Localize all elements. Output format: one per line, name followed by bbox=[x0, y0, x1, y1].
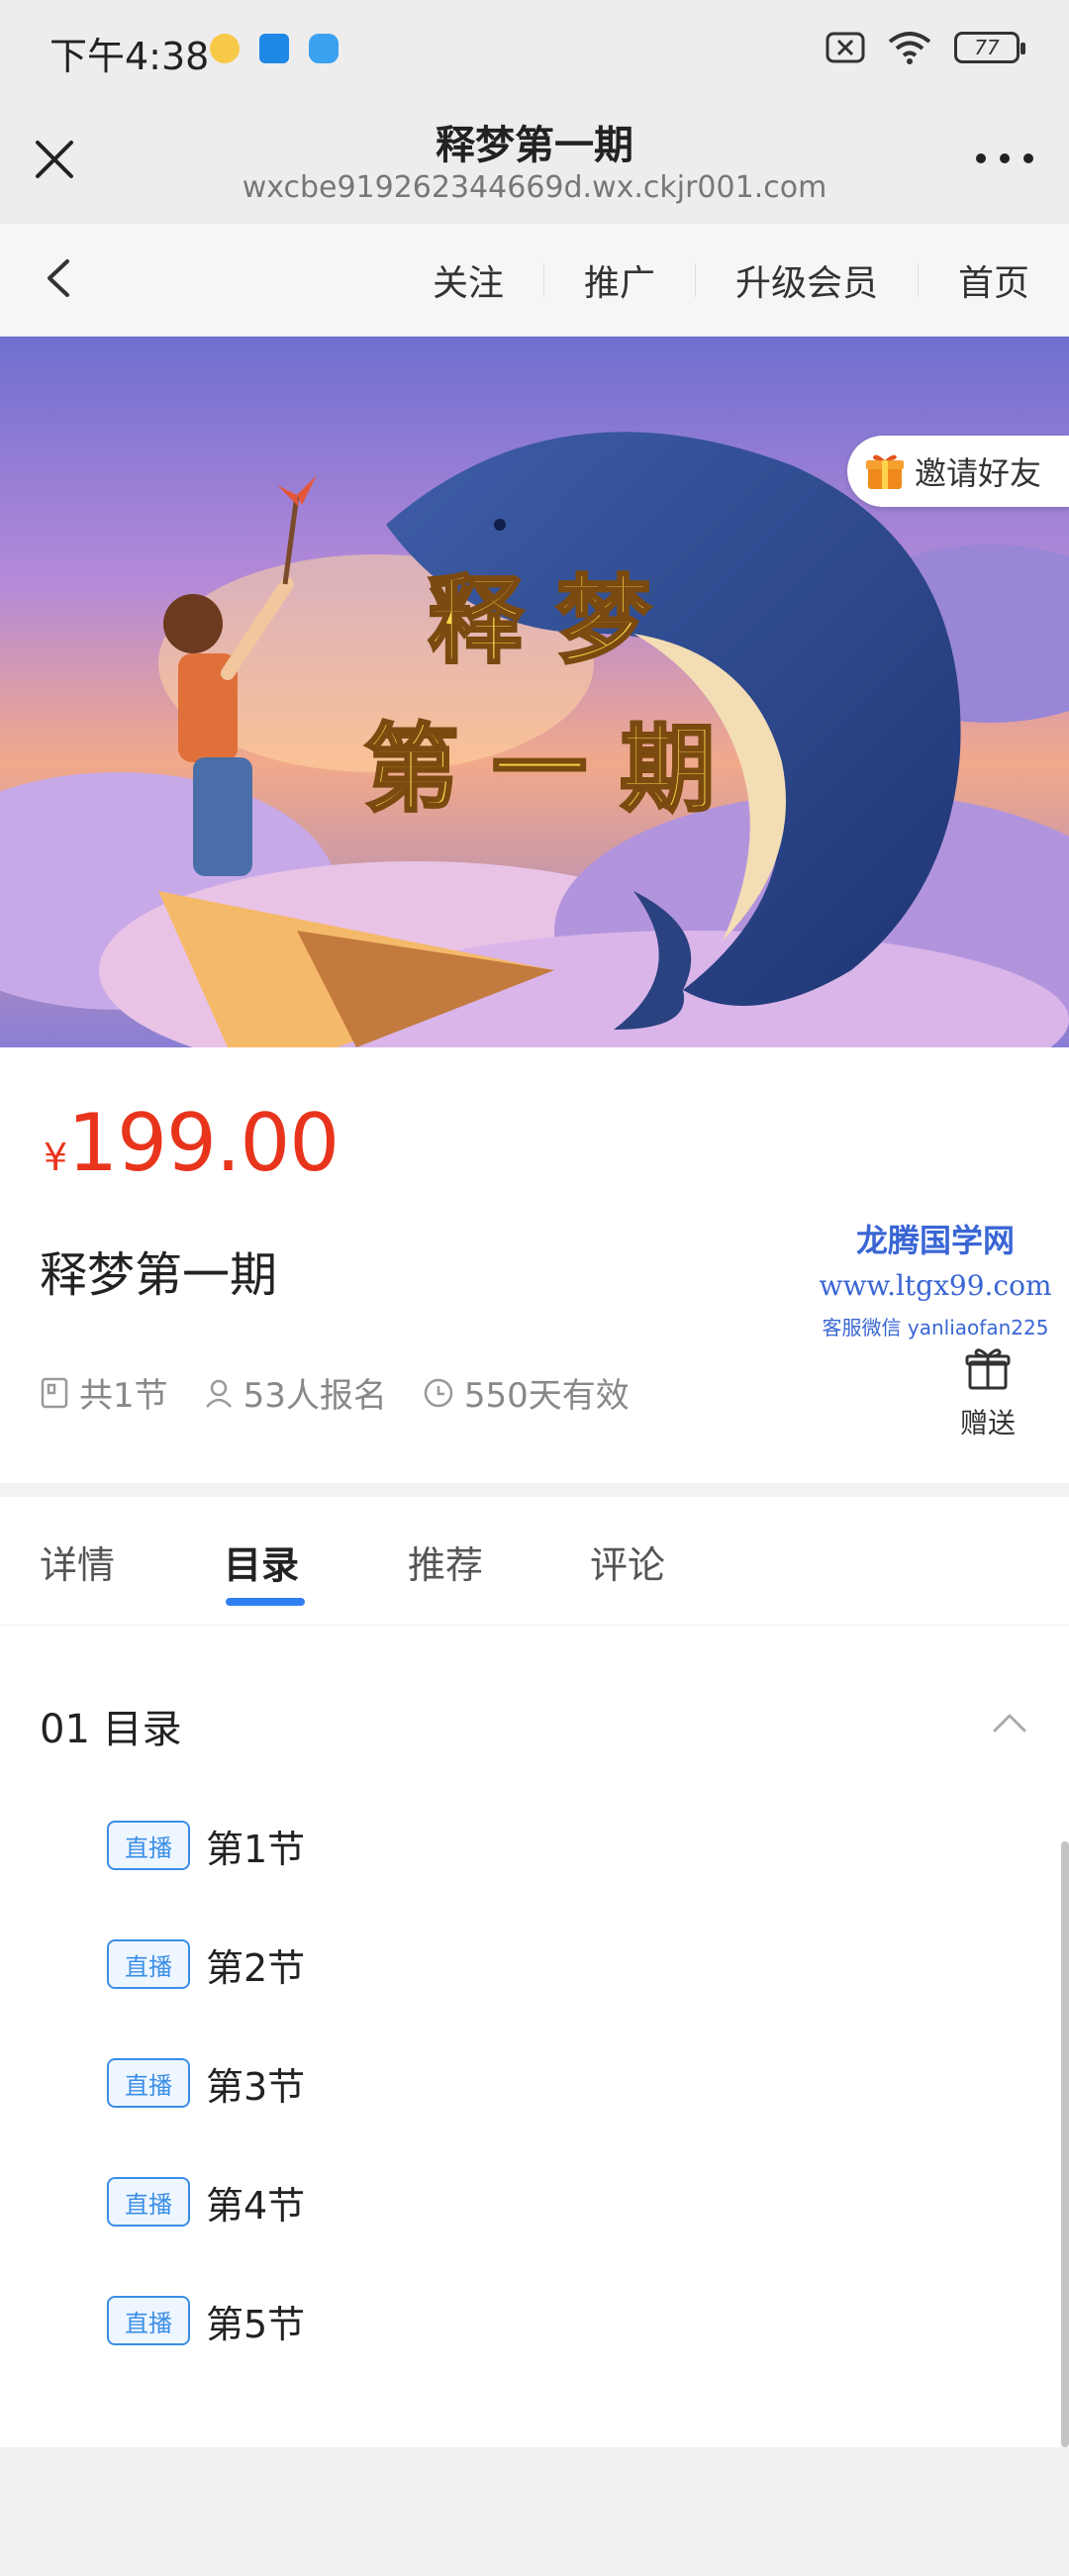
watermark-url: www.ltgx99.com bbox=[819, 1269, 1052, 1302]
back-icon[interactable] bbox=[36, 253, 85, 303]
course-meta: 共1节 53人报名 550天有效 bbox=[40, 1368, 630, 1417]
validity-period-label: 550天有效 bbox=[463, 1376, 630, 1416]
scrollbar[interactable] bbox=[1061, 1841, 1069, 2447]
nav-home-link[interactable]: 首页 bbox=[919, 254, 1029, 306]
clock-icon bbox=[424, 1378, 453, 1407]
battery-indicator: 77 bbox=[954, 32, 1025, 63]
nav-follow-link[interactable]: 关注 bbox=[393, 254, 543, 306]
banner-art-title-line2: 第 一 期 bbox=[364, 713, 716, 825]
watermark-contact: 客服微信 yanliaofan225 bbox=[822, 1316, 1049, 1339]
catalog-chapter-heading[interactable]: 01 目录 bbox=[40, 1697, 182, 1754]
lessons-count: 共1节 bbox=[40, 1368, 168, 1417]
nav-upgrade-member-link[interactable]: 升级会员 bbox=[696, 254, 918, 306]
gift-box-icon bbox=[866, 454, 904, 489]
lesson-item[interactable]: 直播 第3节 bbox=[107, 2055, 305, 2111]
tab-catalog[interactable]: 目录 bbox=[224, 1535, 299, 1589]
live-badge: 直播 bbox=[107, 2177, 190, 2227]
gift-label: 赠送 bbox=[959, 1407, 1016, 1439]
cloud-notification-icon bbox=[309, 34, 339, 63]
course-info-section: ¥199.00 释梦第一期 共1节 53人报名 550天有效 龙腾国学网 www… bbox=[0, 1047, 1069, 1483]
price-amount: 199.00 bbox=[67, 1097, 340, 1189]
course-price: ¥199.00 bbox=[44, 1097, 340, 1189]
person-icon bbox=[205, 1379, 232, 1408]
page-url: wxcbe919262344669d.wx.ckjr001.com bbox=[242, 170, 827, 205]
course-banner: 释 梦 第 一 期 邀请好友 bbox=[0, 337, 1069, 1047]
status-bar: 下午4:38 77 bbox=[0, 0, 1069, 99]
document-icon bbox=[41, 1377, 68, 1408]
validity-period: 550天有效 bbox=[423, 1368, 630, 1417]
lesson-item[interactable]: 直播 第2节 bbox=[107, 1936, 305, 1992]
catalog-section: 01 目录 直播 第1节 直播 第2节 直播 第3节 直播 第4节 直播 第5节 bbox=[0, 1626, 1069, 2447]
lesson-title: 第3节 bbox=[206, 2064, 306, 2109]
live-badge: 直播 bbox=[107, 2296, 190, 2345]
lesson-item[interactable]: 直播 第4节 bbox=[107, 2174, 305, 2229]
lesson-title: 第1节 bbox=[206, 1827, 306, 1871]
enrolled-count-label: 53人报名 bbox=[243, 1376, 387, 1416]
upload-notification-icon bbox=[259, 34, 289, 63]
lesson-item[interactable]: 直播 第1节 bbox=[107, 1818, 305, 1873]
wifi-icon bbox=[888, 32, 931, 64]
gift-icon bbox=[965, 1348, 1011, 1390]
content-tabs: 详情 目录 推荐 评论 bbox=[0, 1497, 1069, 1626]
live-badge: 直播 bbox=[107, 2058, 190, 2108]
page-title: 释梦第一期 bbox=[436, 123, 633, 168]
course-title: 释梦第一期 bbox=[40, 1247, 278, 1303]
tab-details[interactable]: 详情 bbox=[40, 1535, 115, 1589]
webview-title-bar: 释梦第一期 wxcbe919262344669d.wx.ckjr001.com bbox=[0, 99, 1069, 224]
invite-friends-button[interactable]: 邀请好友 bbox=[847, 436, 1069, 507]
more-options-icon[interactable] bbox=[970, 137, 1039, 180]
gift-course-button[interactable]: 赠送 bbox=[948, 1344, 1027, 1441]
live-badge: 直播 bbox=[107, 1939, 190, 1989]
live-badge: 直播 bbox=[107, 1821, 190, 1870]
tab-comments[interactable]: 评论 bbox=[590, 1535, 665, 1589]
lesson-title: 第5节 bbox=[206, 2302, 306, 2346]
status-time: 下午4:38 bbox=[49, 35, 210, 78]
invite-friends-label: 邀请好友 bbox=[915, 454, 1042, 492]
lesson-title: 第4节 bbox=[206, 2183, 306, 2228]
weather-icon bbox=[210, 34, 240, 63]
site-watermark: 龙腾国学网 www.ltgx99.com 客服微信 yanliaofan225 bbox=[812, 1216, 1059, 1340]
lessons-count-label: 共1节 bbox=[79, 1376, 168, 1416]
enrolled-count: 53人报名 bbox=[204, 1368, 387, 1417]
page-bottom-area bbox=[0, 2447, 1069, 2576]
watermark-site-name: 龙腾国学网 bbox=[855, 1222, 1015, 1259]
tab-recommend[interactable]: 推荐 bbox=[408, 1535, 483, 1589]
lesson-title: 第2节 bbox=[206, 1945, 306, 1990]
lesson-item[interactable]: 直播 第5节 bbox=[107, 2293, 305, 2348]
price-currency: ¥ bbox=[44, 1136, 68, 1179]
sim-off-icon bbox=[826, 32, 865, 63]
nav-promote-link[interactable]: 推广 bbox=[544, 254, 695, 306]
active-tab-indicator bbox=[226, 1598, 305, 1606]
chevron-up-icon[interactable] bbox=[990, 1707, 1029, 1736]
banner-art-title-line1: 释 梦 bbox=[428, 564, 650, 676]
site-nav-bar: 关注 推广 升级会员 首页 bbox=[0, 224, 1069, 337]
